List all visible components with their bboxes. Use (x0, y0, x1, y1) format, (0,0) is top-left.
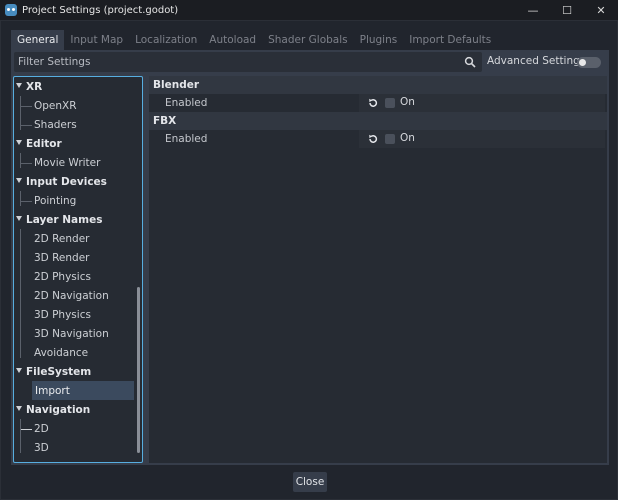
tree-item-openxr[interactable]: OpenXR (14, 96, 142, 115)
window-controls: — ☐ ✕ (516, 0, 618, 20)
category-label: FBX (153, 115, 177, 127)
tab-input-map[interactable]: Input Map (64, 30, 129, 50)
tree-section-label: Input Devices (26, 175, 107, 188)
tree-item-label: 3D (34, 441, 49, 454)
minimize-button[interactable]: — (516, 0, 550, 20)
tree-item-label: 2D Render (34, 232, 90, 245)
tree-item-3d-render[interactable]: 3D Render (14, 248, 142, 267)
category-fbx: FBX (149, 112, 607, 130)
filter-settings-field[interactable] (14, 52, 482, 72)
checkbox-label: On (400, 96, 415, 108)
tab-autoload[interactable]: Autoload (203, 30, 262, 50)
tab-general[interactable]: General (11, 30, 65, 50)
enabled-checkbox[interactable] (385, 98, 395, 108)
chevron-down-icon[interactable] (16, 406, 22, 411)
tree-item-label: Movie Writer (34, 156, 101, 169)
tree-item-label: OpenXR (34, 99, 77, 112)
tree-section-filesystem[interactable]: FileSystem (14, 362, 142, 381)
tab-plugins[interactable]: Plugins (354, 30, 404, 50)
tree-item-3d-physics[interactable]: 3D Physics (14, 305, 142, 324)
chevron-down-icon[interactable] (16, 368, 22, 373)
revert-icon[interactable] (367, 133, 379, 145)
chevron-down-icon[interactable] (16, 140, 22, 145)
title-bar: Project Settings (project.godot) — ☐ ✕ (0, 0, 618, 20)
tree-item-label: Shaders (34, 118, 77, 131)
tree-section-layer-names[interactable]: Layer Names (14, 210, 142, 229)
tree-item-label: Pointing (34, 194, 77, 207)
tree-section-label: Editor (26, 137, 62, 150)
tree-item-import[interactable]: Import (32, 381, 134, 400)
property-row-blender-enabled: Enabled On (149, 94, 607, 112)
tree-item-label: Import (35, 384, 70, 397)
tree-item-2d-physics[interactable]: 2D Physics (14, 267, 142, 286)
settings-inspector: Blender Enabled On FBX Enabled On (149, 76, 607, 463)
chevron-down-icon[interactable] (16, 83, 22, 88)
tab-bar: General Input Map Localization Autoload … (11, 30, 497, 50)
tree-item-label: 3D Render (34, 251, 90, 264)
tree-item-2d[interactable]: 2D (14, 419, 142, 438)
category-blender: Blender (149, 76, 607, 94)
enabled-checkbox[interactable] (385, 134, 395, 144)
tab-import-defaults[interactable]: Import Defaults (403, 30, 497, 50)
tree-item-label: 2D Physics (34, 270, 91, 283)
category-label: Blender (153, 79, 200, 91)
property-label: Enabled (165, 97, 208, 109)
tree-item-avoidance[interactable]: Avoidance (14, 343, 142, 362)
tree-item-label: 2D (34, 422, 49, 435)
settings-tree: XR OpenXR Shaders Editor Movie Writer In… (13, 76, 143, 463)
tree-item-3d[interactable]: 3D (14, 438, 142, 457)
godot-icon (5, 4, 17, 16)
filter-row: Advanced Settings (11, 50, 609, 74)
property-label: Enabled (165, 133, 208, 145)
checkbox-label: On (400, 132, 415, 144)
project-settings-window: General Input Map Localization Autoload … (0, 20, 618, 500)
tree-section-label: Layer Names (26, 213, 103, 226)
property-row-fbx-enabled: Enabled On (149, 130, 607, 148)
tree-section-navigation[interactable]: Navigation (14, 400, 142, 419)
tree-item-label: Avoidance (34, 346, 89, 359)
tree-section-editor[interactable]: Editor (14, 134, 142, 153)
tab-shader-globals[interactable]: Shader Globals (262, 30, 354, 50)
advanced-settings-toggle[interactable] (577, 57, 601, 68)
tree-scrollbar[interactable] (137, 287, 140, 453)
property-value-field (359, 94, 605, 112)
close-window-button[interactable]: ✕ (584, 0, 618, 20)
tab-localization[interactable]: Localization (129, 30, 203, 50)
tree-item-3d-navigation[interactable]: 3D Navigation (14, 324, 142, 343)
chevron-down-icon[interactable] (16, 216, 22, 221)
tree-item-pointing[interactable]: Pointing (14, 191, 142, 210)
tree-section-label: XR (26, 80, 43, 93)
tree-section-input-devices[interactable]: Input Devices (14, 172, 142, 191)
close-button[interactable]: Close (293, 472, 327, 492)
filter-settings-input[interactable] (14, 52, 454, 72)
advanced-settings-label: Advanced Settings (487, 55, 586, 67)
tree-section-xr[interactable]: XR (14, 77, 142, 96)
tree-item-shaders[interactable]: Shaders (14, 115, 142, 134)
tree-item-movie-writer[interactable]: Movie Writer (14, 153, 142, 172)
tree-section-label: Navigation (26, 403, 91, 416)
tree-item-label: 2D Navigation (34, 289, 109, 302)
revert-icon[interactable] (367, 97, 379, 109)
search-icon (464, 56, 476, 68)
tree-item-label: 3D Physics (34, 308, 91, 321)
general-panel: Advanced Settings XR OpenXR Shaders (11, 50, 609, 465)
tree-section-label: FileSystem (26, 365, 92, 378)
tree-item-label: 3D Navigation (34, 327, 109, 340)
tree-item-2d-navigation[interactable]: 2D Navigation (14, 286, 142, 305)
chevron-down-icon[interactable] (16, 178, 22, 183)
property-value-field (359, 130, 605, 148)
tree-item-2d-render[interactable]: 2D Render (14, 229, 142, 248)
maximize-button[interactable]: ☐ (550, 0, 584, 20)
window-title: Project Settings (project.godot) (22, 4, 179, 16)
